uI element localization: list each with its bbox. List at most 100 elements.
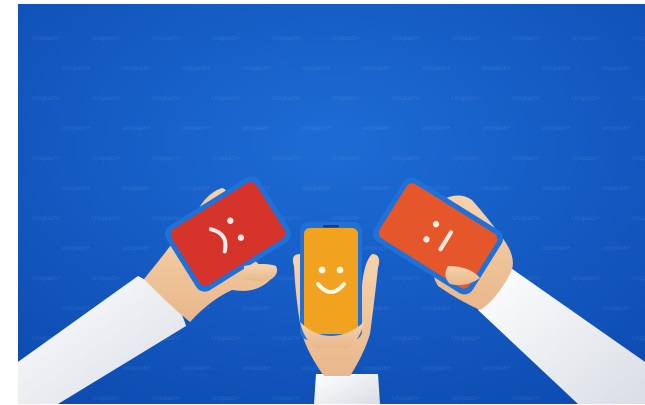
watermark-text: Unsplash+ bbox=[212, 96, 241, 102]
watermark-text: Unsplash+ bbox=[92, 276, 121, 282]
watermark-text: Unsplash+ bbox=[92, 396, 121, 402]
watermark-text: Unsplash+ bbox=[62, 186, 91, 192]
watermark-text: Unsplash+ bbox=[602, 186, 631, 192]
watermark-text: Unsplash+ bbox=[482, 366, 511, 372]
watermark-text: Unsplash+ bbox=[62, 66, 91, 72]
watermark-text: Unsplash+ bbox=[62, 306, 91, 312]
watermark-text: Unsplash+ bbox=[392, 156, 421, 162]
watermark-text: Unsplash+ bbox=[362, 186, 391, 192]
watermark-text: Unsplash+ bbox=[362, 126, 391, 132]
watermark-text: Unsplash+ bbox=[392, 396, 421, 402]
phone-happy bbox=[300, 222, 362, 340]
watermark-text: Unsplash+ bbox=[182, 186, 211, 192]
watermark-text: Unsplash+ bbox=[512, 156, 541, 162]
watermark-text: Unsplash+ bbox=[512, 36, 541, 42]
watermark-text: Unsplash+ bbox=[602, 246, 631, 252]
watermark-text: Unsplash+ bbox=[32, 96, 61, 102]
watermark-text: Unsplash+ bbox=[122, 366, 151, 372]
watermark-text: Unsplash+ bbox=[32, 36, 61, 42]
watermark-text: Unsplash+ bbox=[452, 36, 481, 42]
watermark-text: Unsplash+ bbox=[212, 156, 241, 162]
watermark-text: Unsplash+ bbox=[212, 36, 241, 42]
scene: Unsplash+ Unsplash+ Unsplash+ Unsplash+ Unsp… bbox=[18, 4, 645, 404]
watermark-text: Unsplash+ bbox=[602, 66, 631, 72]
watermark-text: Unsplash+ bbox=[452, 156, 481, 162]
watermark-text: Unsplash+ bbox=[572, 216, 601, 222]
watermark-text: Unsplash+ bbox=[422, 366, 451, 372]
watermark-text: Unsplash+ bbox=[62, 246, 91, 252]
watermark-text: Unsplash+ bbox=[272, 156, 301, 162]
watermark-text: Unsplash+ bbox=[392, 276, 421, 282]
watermark-text: Unsplash+ bbox=[212, 336, 241, 342]
watermark-text: Unsplash+ bbox=[272, 36, 301, 42]
watermark-text: Unsplash+ bbox=[572, 276, 601, 282]
watermark-text: Unsplash+ bbox=[542, 246, 571, 252]
watermark-text: Unsplash+ bbox=[92, 36, 121, 42]
watermark-text: Unsplash+ bbox=[632, 96, 645, 102]
watermark-text: Unsplash+ bbox=[602, 306, 631, 312]
watermark-text: Unsplash+ bbox=[152, 36, 181, 42]
watermark-text: Unsplash+ bbox=[422, 126, 451, 132]
watermark-text: Unsplash+ bbox=[182, 366, 211, 372]
watermark-text: Unsplash+ bbox=[182, 66, 211, 72]
watermark-text: Unsplash+ bbox=[62, 126, 91, 132]
watermark-text: Unsplash+ bbox=[302, 66, 331, 72]
watermark-text: Unsplash+ bbox=[182, 126, 211, 132]
watermark-text: Unsplash+ bbox=[452, 336, 481, 342]
watermark-text: Unsplash+ bbox=[512, 96, 541, 102]
watermark-text: Unsplash+ bbox=[242, 66, 271, 72]
watermark-text: Unsplash+ bbox=[572, 156, 601, 162]
watermark-text: Unsplash+ bbox=[92, 96, 121, 102]
watermark-text: Unsplash+ bbox=[122, 66, 151, 72]
watermark-text: Unsplash+ bbox=[362, 366, 391, 372]
watermark-text: Unsplash+ bbox=[242, 126, 271, 132]
watermark-text: Unsplash+ bbox=[122, 186, 151, 192]
watermark-text: Unsplash+ bbox=[92, 216, 121, 222]
watermark-text: Unsplash+ bbox=[32, 216, 61, 222]
watermark-text: Unsplash+ bbox=[632, 216, 645, 222]
watermark-text: Unsplash+ bbox=[542, 126, 571, 132]
watermark-text: Unsplash+ bbox=[302, 186, 331, 192]
watermark-text: Unsplash+ bbox=[272, 396, 301, 402]
watermark-text: Unsplash+ bbox=[392, 336, 421, 342]
watermark-text: Unsplash+ bbox=[512, 396, 541, 402]
photo-frame: Unsplash+ Unsplash+ Unsplash+ Unsplash+ Unsp… bbox=[18, 4, 645, 404]
watermark-text: Unsplash+ bbox=[542, 186, 571, 192]
watermark-text: Unsplash+ bbox=[242, 366, 271, 372]
watermark-text: Unsplash+ bbox=[572, 36, 601, 42]
watermark-text: Unsplash+ bbox=[152, 216, 181, 222]
watermark-text: Unsplash+ bbox=[92, 156, 121, 162]
watermark-text: Unsplash+ bbox=[272, 336, 301, 342]
watermark-text: Unsplash+ bbox=[212, 396, 241, 402]
watermark-text: Unsplash+ bbox=[512, 216, 541, 222]
watermark-text: Unsplash+ bbox=[152, 156, 181, 162]
watermark-text: Unsplash+ bbox=[632, 156, 645, 162]
watermark-text: Unsplash+ bbox=[152, 396, 181, 402]
watermark-text: Unsplash+ bbox=[302, 126, 331, 132]
watermark-text: Unsplash+ bbox=[362, 66, 391, 72]
watermark-text: Unsplash+ bbox=[152, 96, 181, 102]
watermark-text: Unsplash+ bbox=[332, 36, 361, 42]
watermark-text: Unsplash+ bbox=[122, 246, 151, 252]
watermark-text: Unsplash+ bbox=[632, 276, 645, 282]
watermark-text: Unsplash+ bbox=[32, 156, 61, 162]
watermark-text: Unsplash+ bbox=[332, 156, 361, 162]
watermark-text: Unsplash+ bbox=[422, 306, 451, 312]
watermark-text: Unsplash+ bbox=[482, 126, 511, 132]
watermark-text: Unsplash+ bbox=[332, 216, 361, 222]
watermark-text: Unsplash+ bbox=[392, 96, 421, 102]
watermark-text: Unsplash+ bbox=[602, 126, 631, 132]
watermark-text: Unsplash+ bbox=[452, 96, 481, 102]
watermark-text: Unsplash+ bbox=[392, 36, 421, 42]
watermark-text: Unsplash+ bbox=[272, 96, 301, 102]
watermark-text: Unsplash+ bbox=[242, 306, 271, 312]
watermark-text: Unsplash+ bbox=[482, 66, 511, 72]
watermark-text: Unsplash+ bbox=[422, 66, 451, 72]
watermark-text: Unsplash+ bbox=[452, 396, 481, 402]
middle-sleeve bbox=[314, 374, 380, 404]
watermark-text: Unsplash+ bbox=[632, 36, 645, 42]
watermark-text: Unsplash+ bbox=[32, 276, 61, 282]
watermark-text: Unsplash+ bbox=[632, 336, 645, 342]
watermark-text: Unsplash+ bbox=[332, 96, 361, 102]
watermark-text: Unsplash+ bbox=[542, 66, 571, 72]
